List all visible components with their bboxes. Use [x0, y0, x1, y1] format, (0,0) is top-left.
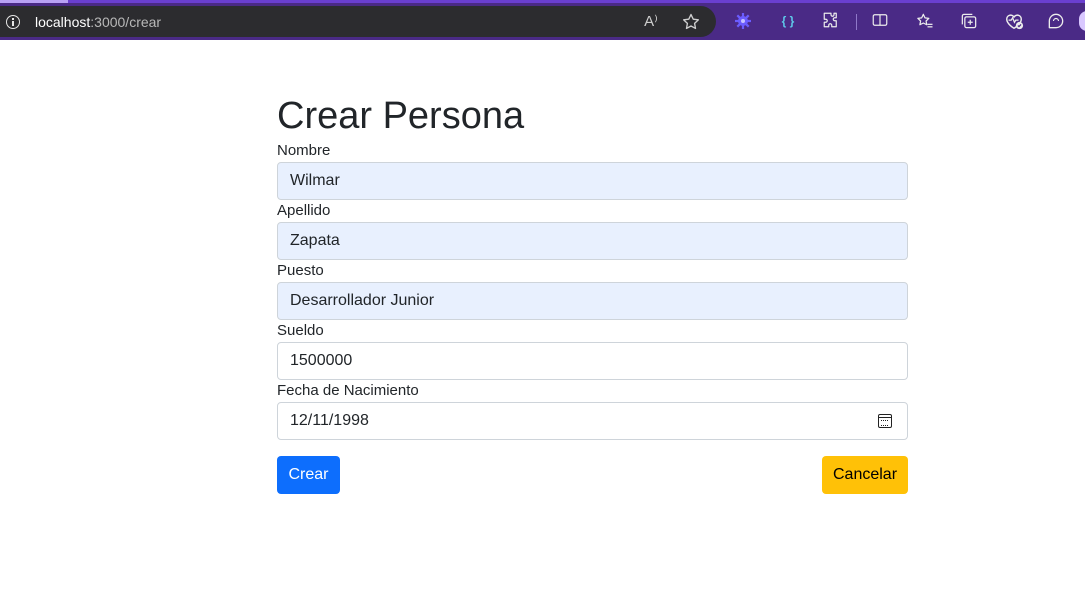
extension-gear-icon[interactable]: [733, 11, 753, 31]
create-person-form: Crear Persona Nombre Wilmar Apellido Zap…: [277, 86, 908, 494]
fecha-nacimiento-label: Fecha de Nacimiento: [277, 381, 419, 399]
active-tab-indicator[interactable]: [0, 0, 68, 3]
cancelar-button[interactable]: Cancelar: [822, 455, 908, 494]
nombre-input[interactable]: Wilmar: [277, 161, 908, 200]
info-icon[interactable]: [6, 15, 20, 29]
toolbar-divider: [856, 14, 857, 30]
form-actions: Crear Cancelar: [277, 455, 908, 494]
apellido-input[interactable]: Zapata: [277, 221, 908, 260]
browser-essentials-icon[interactable]: [1003, 11, 1024, 31]
fecha-nacimiento-value: 12/11/1998: [290, 411, 369, 429]
calendar-icon[interactable]: [878, 413, 892, 428]
apellido-label: Apellido: [277, 201, 331, 219]
fecha-nacimiento-input[interactable]: 12/11/1998: [277, 401, 908, 440]
page-title: Crear Persona: [277, 95, 525, 137]
extensions-puzzle-icon[interactable]: [822, 11, 842, 31]
url-text[interactable]: localhost:3000/crear: [35, 14, 161, 30]
favorites-icon[interactable]: [915, 11, 935, 31]
sueldo-label: Sueldo: [277, 321, 324, 339]
url-path: :3000/crear: [90, 14, 162, 30]
json-extension-icon[interactable]: { }: [778, 11, 798, 31]
address-bar[interactable]: localhost:3000/crear A⁾: [0, 6, 716, 37]
crear-button[interactable]: Crear: [277, 455, 340, 494]
profile-avatar[interactable]: [1079, 11, 1085, 31]
favorite-star-icon[interactable]: [680, 11, 702, 33]
copilot-icon[interactable]: [1046, 11, 1066, 31]
puesto-field: Puesto Desarrollador Junior: [277, 260, 908, 320]
browser-toolbar: localhost:3000/crear A⁾ { }: [0, 0, 1085, 40]
sueldo-input[interactable]: 1500000: [277, 341, 908, 380]
split-screen-icon[interactable]: [871, 11, 891, 31]
fecha-nacimiento-field: Fecha de Nacimiento 12/11/1998: [277, 380, 908, 440]
url-host: localhost: [35, 14, 91, 30]
puesto-label: Puesto: [277, 261, 324, 279]
sueldo-field: Sueldo 1500000: [277, 320, 908, 380]
puesto-input[interactable]: Desarrollador Junior: [277, 281, 908, 320]
nombre-field: Nombre Wilmar: [277, 140, 908, 200]
nombre-label: Nombre: [277, 141, 331, 159]
tab-strip-edge: [0, 0, 1085, 3]
apellido-field: Apellido Zapata: [277, 200, 908, 260]
read-aloud-icon[interactable]: A⁾: [640, 11, 662, 33]
collections-icon[interactable]: [959, 11, 979, 31]
